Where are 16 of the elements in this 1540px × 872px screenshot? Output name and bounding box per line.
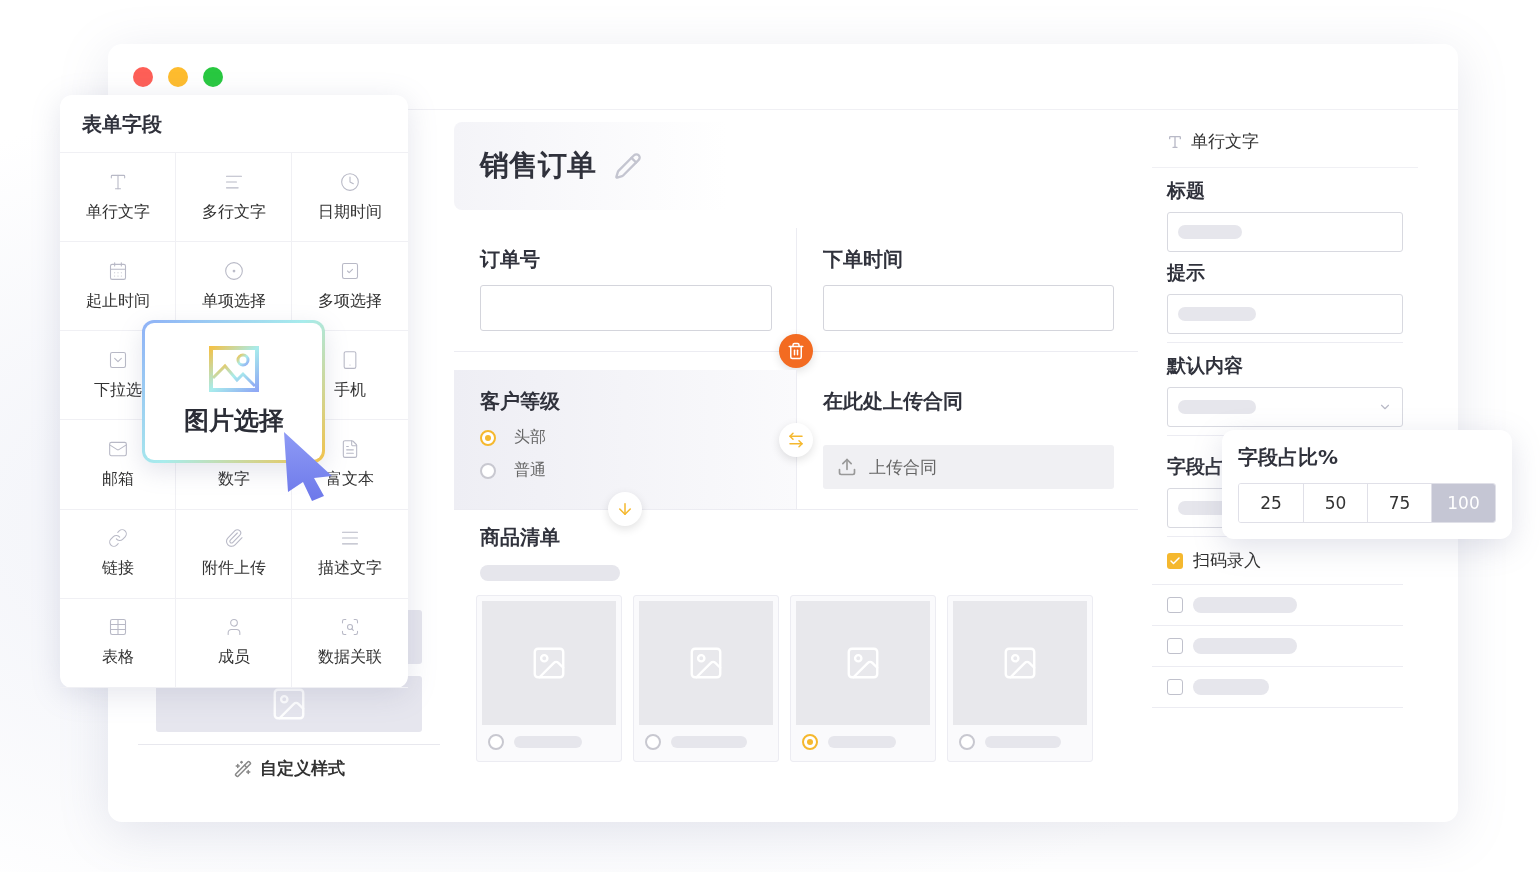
field-label: 客户等级 bbox=[480, 388, 561, 415]
setting-label: 提示 bbox=[1167, 260, 1205, 285]
setting-label: 默认内容 bbox=[1167, 353, 1243, 378]
setting-label: 字段占 bbox=[1167, 454, 1224, 479]
radio-label: 头部 bbox=[514, 427, 546, 448]
field-label: 商品清单 bbox=[480, 524, 561, 551]
checkbox-label: 扫码录入 bbox=[1193, 549, 1261, 572]
field-label: 下单时间 bbox=[823, 246, 904, 273]
field-type-title: 单行文字 bbox=[1191, 130, 1259, 153]
field-label: 在此处上传合同 bbox=[823, 388, 964, 415]
setting-label: 标题 bbox=[1167, 178, 1205, 203]
field-label: 订单号 bbox=[480, 246, 541, 273]
radio-label: 普通 bbox=[514, 460, 546, 481]
popup-title: 字段占比% bbox=[1238, 444, 1340, 471]
palette-title: 表单字段 bbox=[60, 95, 408, 153]
form-title: 销售订单 bbox=[480, 147, 596, 184]
